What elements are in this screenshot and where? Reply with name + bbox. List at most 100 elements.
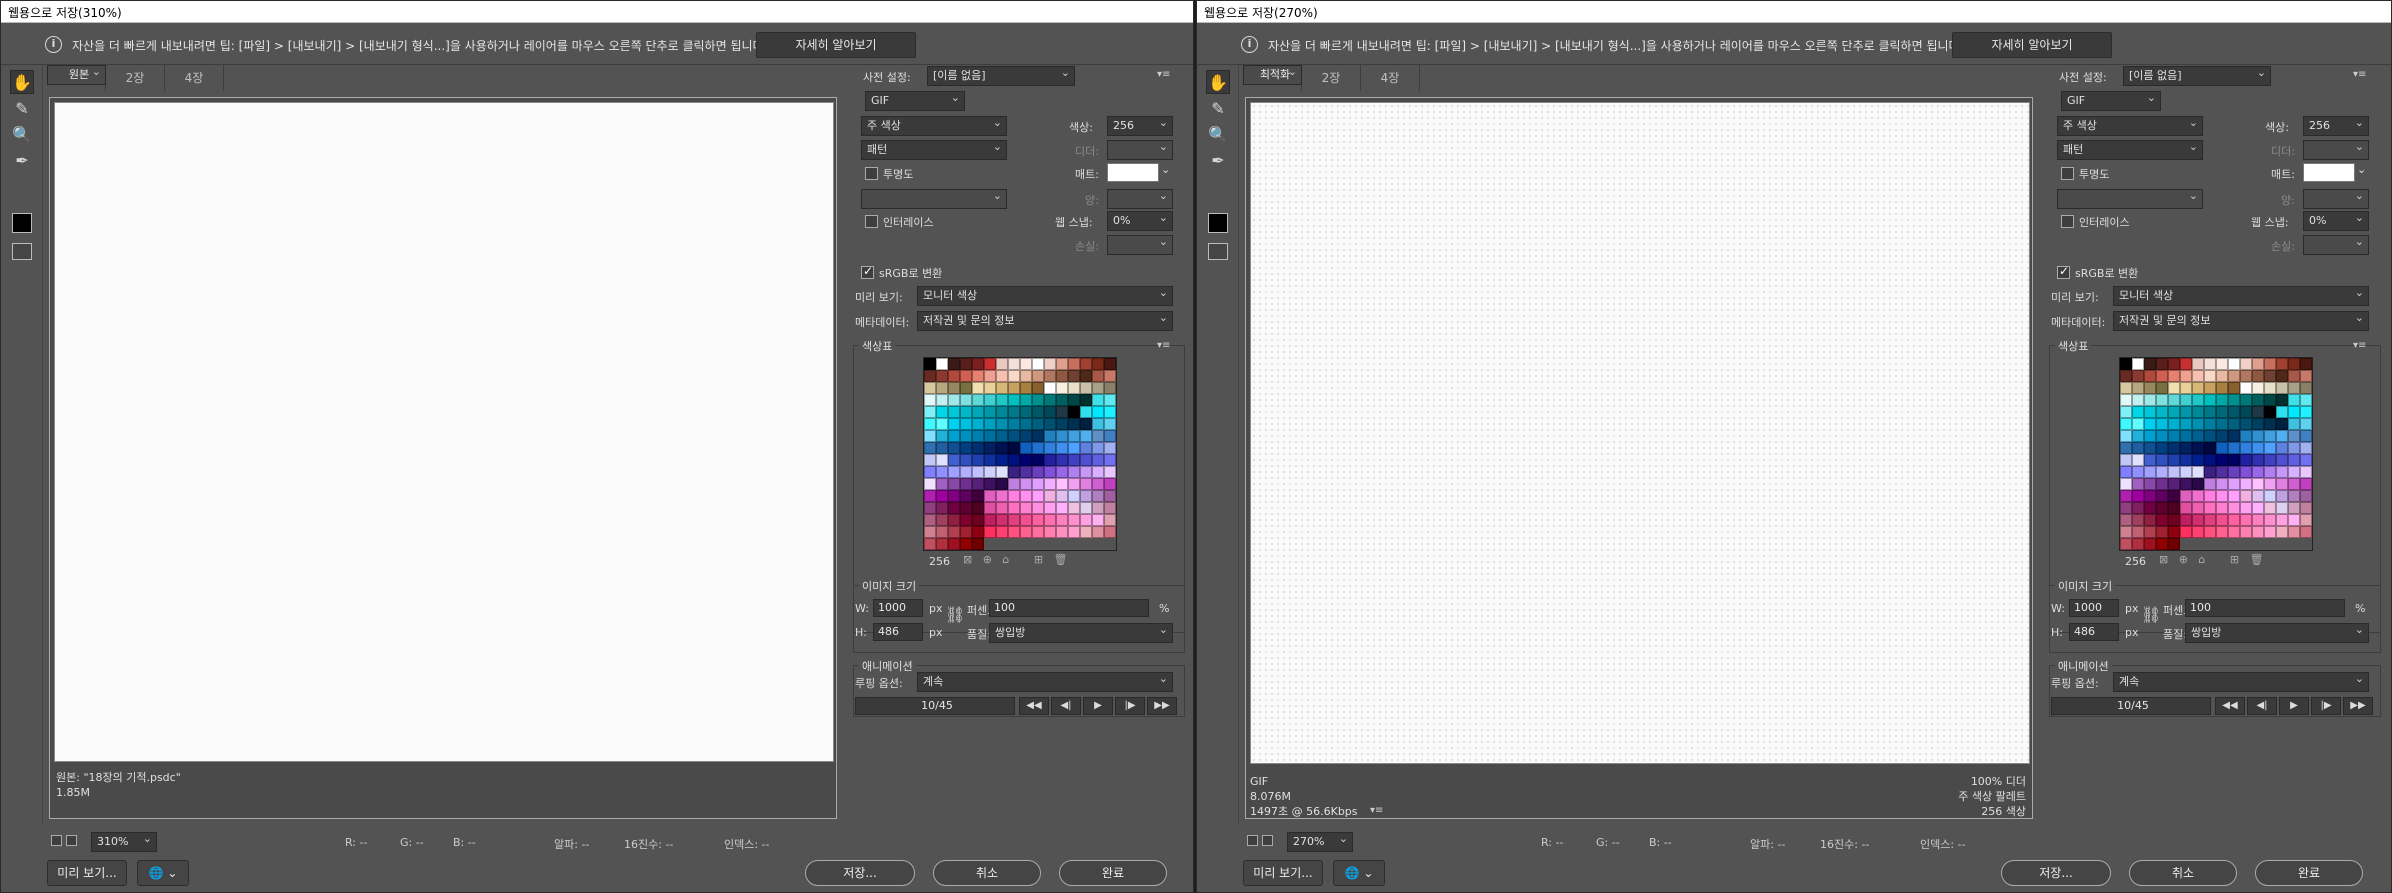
- palette-swatch[interactable]: [2204, 454, 2216, 466]
- palette-swatch[interactable]: [2300, 358, 2312, 370]
- palette-swatch[interactable]: [2204, 406, 2216, 418]
- palette-swatch[interactable]: [1104, 382, 1116, 394]
- palette-swatch[interactable]: [2180, 478, 2192, 490]
- palette-swatch[interactable]: [2228, 502, 2240, 514]
- palette-swatch[interactable]: [2156, 454, 2168, 466]
- palette-swatch[interactable]: [924, 406, 936, 418]
- optimize-menu-icon[interactable]: ▾≡: [2353, 69, 2366, 80]
- palette-swatch[interactable]: [2276, 478, 2288, 490]
- palette-swatch[interactable]: [1104, 442, 1116, 454]
- palette-swatch[interactable]: [1044, 370, 1056, 382]
- palette-swatch[interactable]: [2120, 454, 2132, 466]
- first-frame-button[interactable]: ◀◀: [1019, 697, 1049, 715]
- palette-swatch[interactable]: [1068, 370, 1080, 382]
- palette-swatch[interactable]: [960, 442, 972, 454]
- palette-swatch[interactable]: [2180, 466, 2192, 478]
- palette-swatch[interactable]: [1104, 406, 1116, 418]
- palette-swatch[interactable]: [2264, 430, 2276, 442]
- tab-4-up[interactable]: 4장: [165, 65, 224, 91]
- palette-swatch[interactable]: [2168, 538, 2180, 550]
- preview-in-browser-button[interactable]: 미리 보기...: [47, 860, 127, 886]
- palette-swatch[interactable]: [2120, 394, 2132, 406]
- palette-swatch[interactable]: [936, 430, 948, 442]
- palette-swatch[interactable]: [2264, 526, 2276, 538]
- palette-swatch[interactable]: [996, 490, 1008, 502]
- palette-swatch[interactable]: [2216, 370, 2228, 382]
- palette-swatch[interactable]: [2132, 478, 2144, 490]
- palette-swatch[interactable]: [1032, 466, 1044, 478]
- palette-swatch[interactable]: [1104, 454, 1116, 466]
- palette-swatch[interactable]: [948, 514, 960, 526]
- palette-swatch[interactable]: [972, 442, 984, 454]
- palette-swatch[interactable]: [2132, 442, 2144, 454]
- palette-swatch[interactable]: [1068, 466, 1080, 478]
- palette-swatch[interactable]: [2300, 394, 2312, 406]
- palette-swatch[interactable]: [2132, 382, 2144, 394]
- palette-swatch[interactable]: [936, 466, 948, 478]
- palette-swatch[interactable]: [2144, 418, 2156, 430]
- palette-swatch[interactable]: [2132, 406, 2144, 418]
- palette-swatch[interactable]: [2168, 406, 2180, 418]
- palette-swatch[interactable]: [1008, 466, 1020, 478]
- optimize-menu-icon[interactable]: ▾≡: [1157, 69, 1170, 80]
- palette-swatch[interactable]: [924, 478, 936, 490]
- palette-swatch[interactable]: [2252, 358, 2264, 370]
- palette-swatch[interactable]: [1056, 430, 1068, 442]
- palette-swatch[interactable]: [2192, 370, 2204, 382]
- palette-swatch[interactable]: [2204, 478, 2216, 490]
- palette-swatch[interactable]: [1032, 430, 1044, 442]
- color-table-actions[interactable]: ⊠ ⊕ ⌂ ⊞ 🗑: [2159, 553, 2264, 566]
- palette-swatch[interactable]: [1104, 478, 1116, 490]
- palette-swatch[interactable]: [2204, 430, 2216, 442]
- palette-swatch[interactable]: [2192, 394, 2204, 406]
- palette-swatch[interactable]: [2240, 526, 2252, 538]
- palette-swatch[interactable]: [2216, 382, 2228, 394]
- palette-swatch[interactable]: [2192, 502, 2204, 514]
- palette-swatch[interactable]: [2132, 490, 2144, 502]
- palette-swatch[interactable]: [2288, 490, 2300, 502]
- palette-swatch[interactable]: [960, 502, 972, 514]
- palette-swatch[interactable]: [2240, 454, 2252, 466]
- palette-swatch[interactable]: [1020, 454, 1032, 466]
- palette-swatch[interactable]: [972, 490, 984, 502]
- palette-swatch[interactable]: [2264, 358, 2276, 370]
- matte-chevron-icon[interactable]: ⌄: [1161, 163, 1170, 176]
- loop-select[interactable]: 계속: [2113, 672, 2369, 692]
- palette-swatch[interactable]: [2300, 406, 2312, 418]
- palette-swatch[interactable]: [1032, 358, 1044, 370]
- palette-swatch[interactable]: [948, 382, 960, 394]
- palette-swatch[interactable]: [2216, 394, 2228, 406]
- palette-swatch[interactable]: [1020, 466, 1032, 478]
- palette-swatch[interactable]: [2144, 538, 2156, 550]
- palette-swatch[interactable]: [2252, 490, 2264, 502]
- palette-swatch[interactable]: [2240, 466, 2252, 478]
- palette-swatch[interactable]: [1092, 394, 1104, 406]
- colors-select[interactable]: 256: [2303, 116, 2369, 136]
- learn-more-button[interactable]: 자세히 알아보기: [756, 32, 916, 58]
- palette-swatch[interactable]: [2252, 466, 2264, 478]
- palette-swatch[interactable]: [1080, 430, 1092, 442]
- palette-swatch[interactable]: [1032, 394, 1044, 406]
- palette-swatch[interactable]: [2144, 454, 2156, 466]
- palette-swatch[interactable]: [1056, 514, 1068, 526]
- palette-swatch[interactable]: [2120, 370, 2132, 382]
- palette-swatch[interactable]: [2300, 382, 2312, 394]
- palette-swatch[interactable]: [936, 526, 948, 538]
- palette-swatch[interactable]: [948, 358, 960, 370]
- palette-swatch[interactable]: [1104, 526, 1116, 538]
- palette-swatch[interactable]: [1044, 490, 1056, 502]
- palette-swatch[interactable]: [2252, 394, 2264, 406]
- quality-select[interactable]: 쌍입방: [2185, 623, 2369, 643]
- palette-swatch[interactable]: [1008, 382, 1020, 394]
- palette-swatch[interactable]: [972, 430, 984, 442]
- play-button[interactable]: ▶: [2279, 697, 2309, 715]
- zoom-out-icon[interactable]: [1247, 835, 1258, 846]
- palette-swatch[interactable]: [2180, 358, 2192, 370]
- palette-swatch[interactable]: [1032, 502, 1044, 514]
- palette-swatch[interactable]: [2156, 394, 2168, 406]
- palette-swatch[interactable]: [2144, 466, 2156, 478]
- tab-original[interactable]: 원본: [47, 65, 106, 85]
- palette-swatch[interactable]: [1080, 502, 1092, 514]
- palette-swatch[interactable]: [2228, 406, 2240, 418]
- palette-swatch[interactable]: [1092, 526, 1104, 538]
